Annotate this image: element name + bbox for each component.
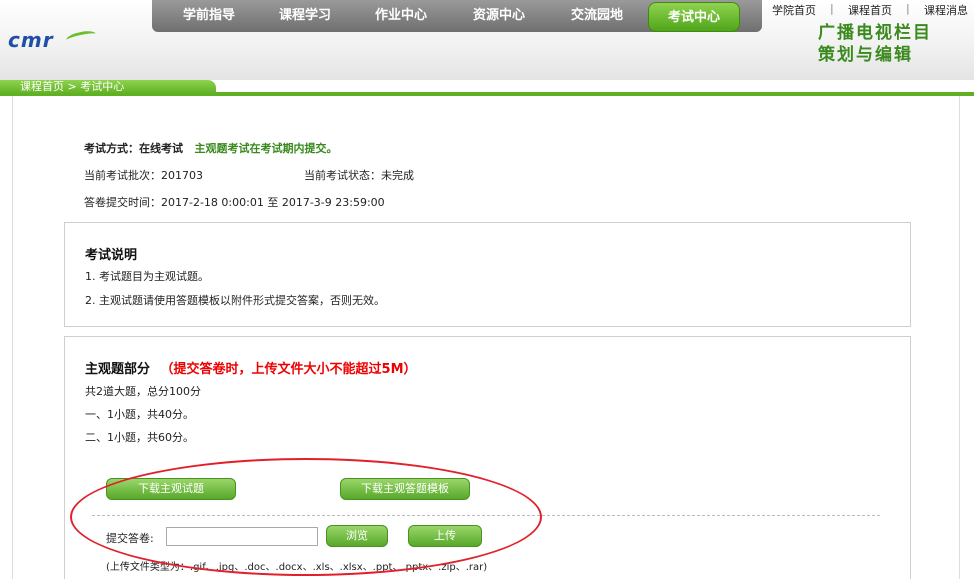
logo-text: cmr	[8, 28, 54, 52]
breadcrumb-bar: 课程首页 > 考试中心	[0, 80, 974, 96]
exam-mode-line: 考试方式：在线考试 主观题考试在考试期内提交。	[84, 140, 338, 156]
notes-title: 考试说明	[85, 248, 138, 263]
course-title: 广播电视栏目 策划与编辑	[818, 22, 974, 68]
link-course-messages[interactable]: 课程消息	[924, 2, 968, 18]
subjective-title: 主观题部分	[85, 362, 151, 377]
separator: |	[906, 2, 910, 15]
subjective-part-2: 二、1小题，共60分。	[85, 431, 194, 444]
subjective-summary: 共2道大题，总分100分	[85, 385, 201, 398]
link-college-home[interactable]: 学院首页	[772, 2, 816, 18]
size-warning: （提交答卷时，上传文件大小不能超过5M）	[160, 362, 417, 377]
cmr-logo[interactable]: cmr	[8, 28, 98, 52]
course-title-line2: 策划与编辑	[818, 45, 913, 65]
nav-forum[interactable]: 交流园地	[562, 0, 632, 32]
nav-homework[interactable]: 作业中心	[366, 0, 436, 32]
subjective-part-1: 一、1小题，共40分。	[85, 408, 194, 421]
subjective-title-line: 主观题部分 （提交答卷时，上传文件大小不能超过5M）	[85, 358, 417, 377]
exam-notes-panel: 考试说明 1. 考试题目为主观试题。 2. 主观试题请使用答题模板以附件形式提交…	[64, 222, 911, 327]
exam-mode-note: 主观题考试在考试期内提交。	[194, 142, 338, 155]
nav-course-study[interactable]: 课程学习	[270, 0, 340, 32]
exam-submit-time: 答卷提交时间：2017-2-18 0:00:01 至 2017-3-9 23:5…	[84, 196, 385, 209]
course-title-line1: 广播电视栏目	[818, 23, 932, 43]
nav-resources[interactable]: 资源中心	[464, 0, 534, 32]
exam-mode: 考试方式：在线考试	[84, 142, 183, 155]
logo-swoosh-icon	[65, 28, 97, 46]
top-links: 学院首页 | 课程首页 | 课程消息	[770, 2, 974, 18]
link-course-home[interactable]: 课程首页	[848, 2, 892, 18]
breadcrumb[interactable]: 课程首页 > 考试中心	[0, 80, 216, 94]
notes-item-1: 1. 考试题目为主观试题。	[85, 270, 209, 283]
annotation-ellipse	[70, 458, 542, 576]
separator: |	[830, 2, 834, 15]
header: cmr 学前指导 课程学习 作业中心 资源中心 交流园地 考试中心 学院首页 |…	[0, 0, 974, 80]
exam-batch: 当前考试批次：201703	[84, 169, 203, 182]
nav-exam-center[interactable]: 考试中心	[648, 2, 740, 32]
exam-status: 当前考试状态：未完成	[304, 169, 414, 182]
notes-item-2: 2. 主观试题请使用答题模板以附件形式提交答案，否则无效。	[85, 294, 385, 307]
nav-pre-study[interactable]: 学前指导	[174, 0, 244, 32]
